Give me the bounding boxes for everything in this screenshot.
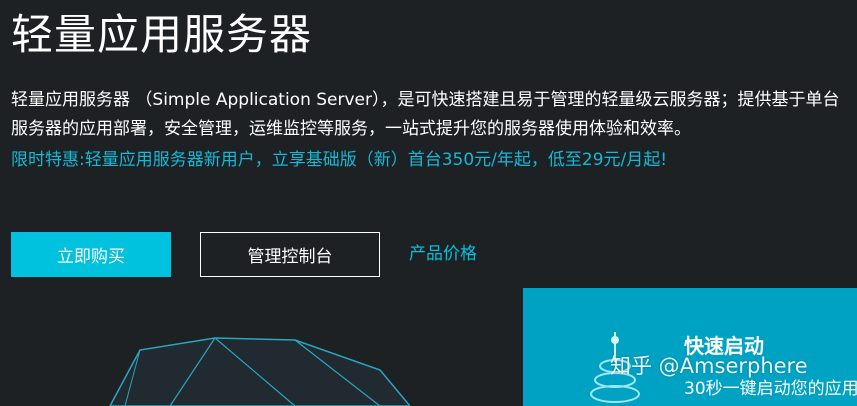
buy-now-button[interactable]: 立即购买 bbox=[11, 232, 171, 277]
quick-start-panel[interactable]: 快速启动 30秒一键启动您的应用 bbox=[523, 288, 857, 406]
page-title: 轻量应用服务器 bbox=[11, 10, 313, 59]
product-price-link[interactable]: 产品价格 bbox=[409, 242, 477, 267]
management-console-button[interactable]: 管理控制台 bbox=[200, 232, 380, 277]
promo-text: 限时特惠:轻量应用服务器新用户，立享基础版（新）首台350元/年起，低至29元/… bbox=[11, 150, 668, 170]
product-page: 轻量应用服务器 轻量应用服务器 （Simple Application Serv… bbox=[0, 0, 857, 406]
product-description: 轻量应用服务器 （Simple Application Server），是可快速… bbox=[11, 90, 840, 139]
server-illustration bbox=[109, 337, 410, 406]
zhihu-watermark: 知乎 @Amserphere bbox=[610, 354, 808, 378]
